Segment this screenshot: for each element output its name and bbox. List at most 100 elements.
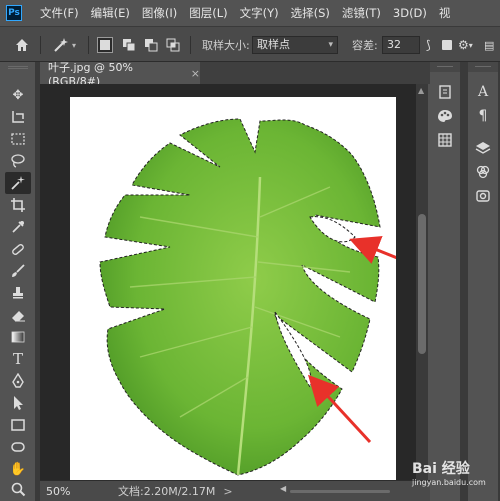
add-selection-icon: [123, 39, 136, 52]
magic-wand-tool[interactable]: [5, 172, 31, 194]
move-tool[interactable]: ✥: [5, 84, 31, 106]
close-icon[interactable]: ×: [191, 67, 200, 80]
menu-bar: Ps 文件(F) 编辑(E) 图像(I) 图层(L) 文字(Y) 选择(S) 滤…: [0, 0, 500, 26]
hand-icon: ✋: [9, 461, 27, 477]
menu-select[interactable]: 选择(S): [291, 5, 330, 21]
brush-icon: [12, 264, 25, 277]
divider: [88, 36, 89, 54]
gear-icon: ⚙: [458, 38, 469, 52]
eyedropper-tool[interactable]: [5, 216, 31, 238]
document-tab[interactable]: 叶子.jpg @ 50%(RGB/8#) ×: [40, 61, 200, 88]
panel-column-header[interactable]: [430, 62, 460, 72]
document-canvas[interactable]: [70, 97, 396, 480]
watermark-subtext: jingyan.baidu.com: [412, 478, 486, 487]
crop-icon: [11, 198, 25, 212]
history-panel-button[interactable]: [435, 82, 455, 102]
document-tab-bar: 叶子.jpg @ 50%(RGB/8#) ×: [40, 61, 430, 88]
menu-file[interactable]: 文件(F): [40, 5, 79, 21]
subtract-from-selection-button[interactable]: [144, 38, 158, 52]
scrollbar-thumb[interactable]: [418, 214, 426, 354]
marquee-tool[interactable]: [5, 128, 31, 150]
add-to-selection-button[interactable]: [122, 38, 136, 52]
character-panel-button[interactable]: A: [473, 82, 493, 102]
divider: [40, 36, 41, 54]
gradient-tool[interactable]: [5, 326, 31, 348]
chevron-down-icon: ▾: [72, 40, 77, 50]
menu-3d[interactable]: 3D(D): [393, 6, 427, 20]
paragraph-panel-button[interactable]: ¶: [473, 106, 493, 126]
sample-size-dropdown[interactable]: 取样点 ▾: [252, 36, 338, 54]
eraser-tool[interactable]: [5, 304, 31, 326]
artboard-tool[interactable]: [5, 106, 31, 128]
menu-layer[interactable]: 图层(L): [189, 5, 227, 21]
anti-alias-checkbox[interactable]: ⟆: [426, 27, 431, 63]
healing-brush-icon: [12, 244, 24, 255]
scroll-up-icon[interactable]: ▲: [418, 86, 424, 95]
type-tool[interactable]: T: [5, 348, 31, 370]
swatches-icon: [438, 133, 452, 147]
swatches-panel-button[interactable]: [435, 130, 455, 150]
leaf-image: [99, 118, 396, 476]
libraries-panel-button[interactable]: [473, 186, 493, 206]
settings-button[interactable]: ⚙ ▾: [458, 27, 473, 63]
crop-tool[interactable]: [5, 194, 31, 216]
stamp-tool[interactable]: [5, 282, 31, 304]
contiguous-checkbox[interactable]: [442, 27, 452, 63]
paragraph-icon: ¶: [478, 108, 488, 124]
zoom-icon: [11, 482, 26, 497]
new-selection-button[interactable]: [97, 37, 113, 53]
lasso-icon: [11, 154, 25, 168]
checkbox-icon: [442, 40, 452, 50]
menu-view[interactable]: 视: [439, 5, 451, 21]
layers-icon: [475, 142, 491, 154]
rectangle-icon: [11, 419, 25, 431]
horizontal-scrollbar-thumb[interactable]: [290, 490, 390, 493]
ellipse-tool[interactable]: [5, 436, 31, 458]
history-icon: [439, 85, 451, 99]
tolerance-input[interactable]: 32: [382, 36, 420, 54]
color-panel-button[interactable]: [435, 106, 455, 126]
panel-grip[interactable]: [8, 66, 28, 69]
home-button[interactable]: [14, 27, 30, 63]
document-info: 文档:2.20M/2.17M: [118, 485, 216, 498]
anti-alias-icon: ⟆: [426, 38, 431, 52]
zoom-tool[interactable]: [5, 478, 31, 500]
brush-tool[interactable]: [5, 260, 31, 282]
layers-panel-button[interactable]: [473, 138, 493, 158]
channels-panel-button[interactable]: [473, 162, 493, 182]
path-selection-icon: [14, 396, 23, 410]
cc-libraries-icon: [476, 190, 490, 202]
status-bar: 50% 文档:2.20M/2.17M > ◀: [40, 480, 430, 501]
horizontal-scrollbar[interactable]: ◀: [280, 484, 400, 496]
subtract-selection-icon: [145, 39, 158, 52]
tolerance-label: 容差:: [352, 39, 378, 52]
menu-image[interactable]: 图像(I): [142, 5, 177, 21]
chevron-down-icon: ▾: [328, 40, 333, 50]
intersect-selection-icon: [166, 38, 180, 52]
healing-brush-tool[interactable]: [5, 238, 31, 260]
panel-dock: A ¶: [430, 62, 500, 501]
color-icon: [438, 110, 452, 122]
hand-tool[interactable]: ✋: [5, 458, 31, 480]
path-selection-tool[interactable]: [5, 392, 31, 414]
home-icon: [16, 39, 28, 51]
pen-tool[interactable]: [5, 370, 31, 392]
options-bar: ▾ 取样大小: 取样点 ▾ 容差: 32 ⟆ ⚙ ▾ ▤: [0, 26, 500, 62]
status-menu-arrow[interactable]: >: [223, 485, 232, 498]
pen-icon: [12, 373, 24, 388]
lasso-tool[interactable]: [5, 150, 31, 172]
photoshop-logo[interactable]: Ps: [6, 5, 22, 21]
intersect-selection-button[interactable]: [166, 38, 180, 52]
eraser-icon: [12, 311, 25, 322]
menu-edit[interactable]: 编辑(E): [91, 5, 130, 21]
scroll-left-icon[interactable]: ◀: [280, 484, 286, 493]
sample-size-label: 取样大小:: [202, 39, 250, 52]
panel-column-header[interactable]: [468, 62, 498, 72]
sample-all-layers-button[interactable]: ▤: [484, 27, 494, 63]
menu-type[interactable]: 文字(Y): [240, 5, 279, 21]
marquee-icon: [11, 133, 25, 145]
rectangle-tool[interactable]: [5, 414, 31, 436]
vertical-scrollbar[interactable]: ▲: [416, 84, 428, 480]
zoom-level[interactable]: 50%: [46, 485, 82, 498]
menu-filter[interactable]: 滤镜(T): [342, 5, 381, 21]
